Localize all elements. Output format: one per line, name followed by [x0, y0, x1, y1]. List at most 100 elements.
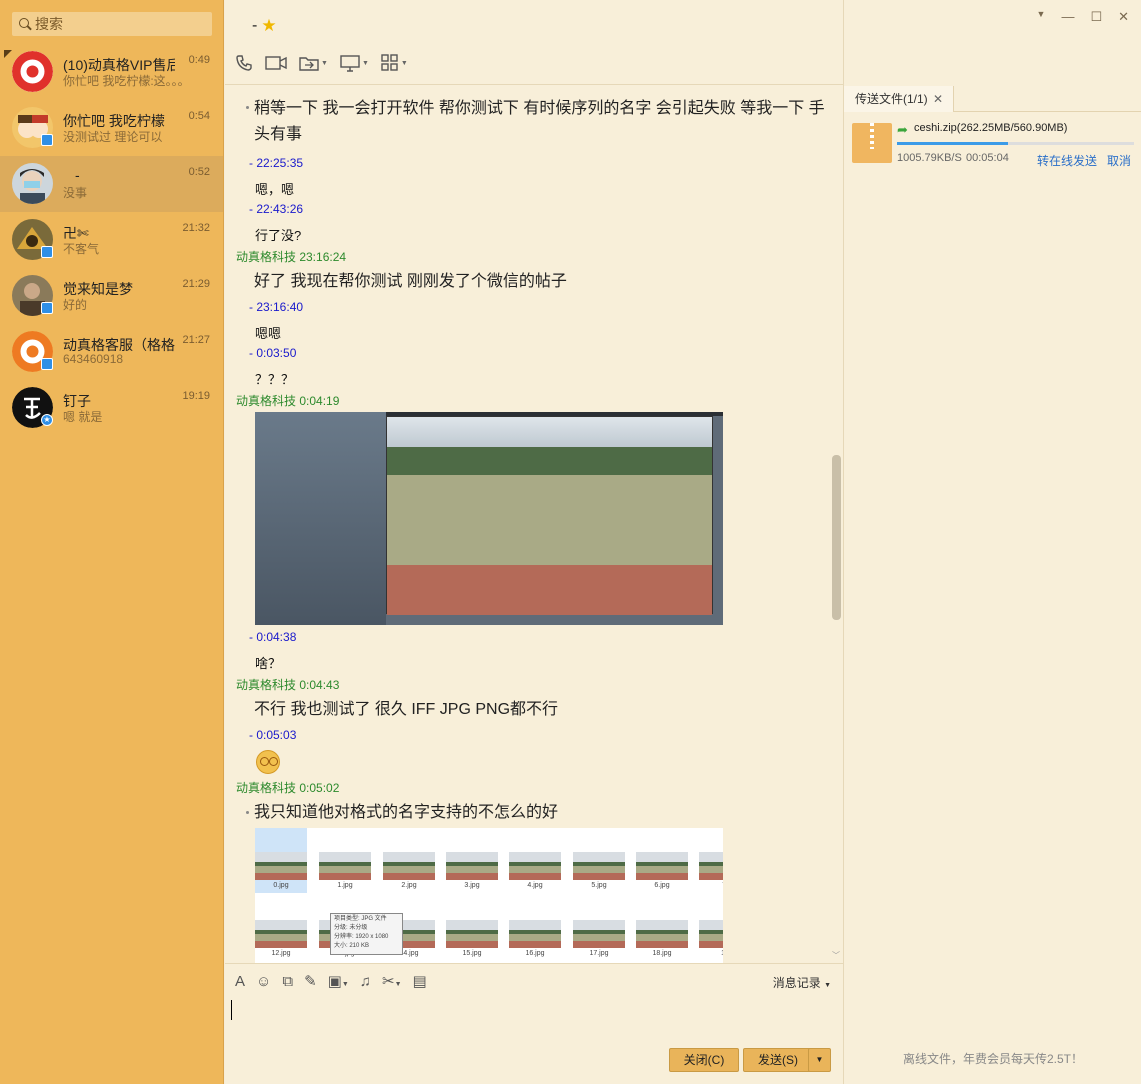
window-controls: ▼ — ☐ ✕	[1037, 9, 1129, 25]
thumbnail: 19	[699, 920, 723, 957]
dropdown-icon[interactable]: ▼	[1037, 9, 1046, 25]
message-text: 不行 我也测试了 很久 IFF JPG PNG都不行	[254, 701, 559, 718]
close-icon[interactable]: ✕	[1118, 9, 1129, 25]
star-badge-icon: ★	[41, 414, 53, 426]
message-timestamp: - 23:16:40	[249, 300, 304, 314]
history-button[interactable]: 消息记录 ▼	[773, 974, 831, 991]
font-icon[interactable]: A	[235, 973, 245, 990]
message-timestamp: 动真格科技 0:04:19	[236, 394, 340, 408]
tab-transfer[interactable]: 传送文件(1/1) ✕	[844, 86, 954, 112]
message-timestamp: 动真格科技 0:05:02	[236, 781, 340, 795]
chat-title-text: -	[252, 17, 258, 34]
gif-icon[interactable]: ⧉	[282, 973, 293, 990]
input-toolbar: A ☺ ⧉ ✎ ▣▼ ♫ ✂▼ ▤ 消息记录 ▼	[225, 963, 843, 998]
transfer-progress	[897, 142, 1134, 145]
minimize-icon[interactable]: —	[1061, 9, 1074, 25]
message-text: 行了没?	[255, 228, 302, 243]
red-packet-icon[interactable]: ▤	[413, 972, 427, 990]
image-message[interactable]	[255, 412, 723, 625]
conversation-preview: 没测试过 理论可以	[63, 130, 163, 144]
chat-panel: - ★ ▼ ▼ ▼ 稍等一下 我一会打开软件 帮你测试下 有时候序列的名字 会引…	[225, 0, 843, 1084]
conversation-item[interactable]: 你忙吧 我吃柠檬 0:54 没测试过 理论可以	[0, 100, 223, 156]
message-text: 好了 我现在帮你测试 刚刚发了个微信的帖子	[254, 273, 567, 290]
message-bullet	[246, 811, 249, 814]
thumbnail: 0.jpg	[255, 828, 307, 893]
message-list[interactable]: 稍等一下 我一会打开软件 帮你测试下 有时候序列的名字 会引起失败 等我一下 手…	[225, 85, 829, 963]
thumbnail: 5.jpg	[573, 852, 625, 889]
close-button[interactable]: 关闭(C)	[669, 1048, 739, 1072]
cancel-link[interactable]: 取消	[1107, 152, 1131, 169]
conversation-time: 19:19	[182, 390, 210, 402]
conversation-time: 0:54	[188, 110, 210, 122]
conversation-time: 21:32	[182, 222, 210, 234]
conversation-item[interactable]: 卍✄ 21:32 不客气	[0, 212, 223, 268]
video-call-icon[interactable]	[265, 52, 287, 74]
conversation-preview: 你忙吧 我吃柠檬:这。。。	[63, 74, 190, 88]
conversation-name: -	[75, 167, 80, 183]
zip-file-icon	[852, 123, 892, 163]
star-icon[interactable]: ★	[261, 16, 276, 36]
avatar	[12, 51, 53, 92]
message-timestamp: 动真格科技 0:04:43	[236, 678, 340, 692]
thumbnail: 16.jpg	[509, 920, 561, 957]
conversation-preview: 没事	[63, 186, 88, 200]
image-icon[interactable]: ▣▼	[328, 972, 349, 990]
message-timestamp: - 0:03:50	[249, 346, 297, 360]
emoji-icon[interactable]: ☺	[256, 973, 271, 990]
status-badge	[41, 134, 53, 146]
send-options-icon[interactable]: ▼	[808, 1048, 831, 1072]
transfer-file-icon[interactable]: ▼	[299, 52, 328, 74]
message-text: 稍等一下 我一会打开软件 帮你测试下 有时候序列的名字 会引起失败 等我一下 手…	[254, 100, 825, 143]
scroll-down-icon[interactable]: ﹀	[832, 950, 840, 961]
thumbnail: 3.jpg	[446, 852, 498, 889]
thumbnail-screenshot[interactable]: 0.jpg 1.jpg 2.jpg 3.jpg 4.jpg 5.jpg 6.jp…	[255, 828, 723, 963]
conversation-time: 21:29	[182, 278, 210, 290]
transfer-remaining: 00:05:04	[966, 152, 1009, 164]
conversation-preview: 643460918	[63, 352, 124, 366]
message-text: ？？？	[255, 372, 295, 387]
conversation-item[interactable]: 动真格客服（格格 21:27 643460918	[0, 324, 223, 380]
message-input[interactable]	[231, 1000, 831, 1040]
remote-desktop-icon[interactable]: ▼	[340, 52, 369, 74]
music-icon[interactable]: ♫	[360, 973, 371, 990]
message-timestamp: 动真格科技 23:16:24	[236, 250, 347, 264]
thumbnail: 17.jpg	[573, 920, 625, 957]
text-caret	[231, 1000, 232, 1020]
thumbnail: 6.jpg	[636, 852, 688, 889]
dizzy-emoji-icon	[256, 750, 280, 774]
chat-title: - ★	[252, 16, 277, 36]
search-input[interactable]: 搜索	[12, 12, 212, 36]
status-badge	[41, 246, 53, 258]
conversation-item[interactable]: ★ 钉子 19:19 嗯 就是	[0, 380, 223, 436]
status-badge	[41, 358, 53, 370]
tab-close-icon[interactable]: ✕	[933, 86, 943, 112]
conversation-item[interactable]: 觉来知是梦 21:29 好的	[0, 268, 223, 324]
search-placeholder: 搜索	[35, 16, 63, 32]
pen-icon[interactable]: ✎	[304, 972, 317, 990]
message-scrollbar[interactable]	[832, 455, 841, 620]
message-timestamp: - 0:04:38	[249, 630, 297, 644]
upload-arrow-icon: ➦	[897, 122, 908, 137]
file-tooltip: 项目类型: JPG 文件 分级: 未分级 分辨率: 1920 x 1080 大小…	[330, 913, 403, 955]
conversation-item[interactable]: (10)动真格VIP售后 0:49 你忙吧 我吃柠檬:这。。。	[0, 44, 223, 100]
phone-icon[interactable]	[235, 52, 253, 74]
thumbnail: 2.jpg	[383, 852, 435, 889]
file-name: ceshi.zip(262.25MB/560.90MB)	[914, 122, 1068, 134]
maximize-icon[interactable]: ☐	[1090, 9, 1102, 25]
conversation-time: 0:49	[188, 54, 210, 66]
apps-grid-icon[interactable]: ▼	[381, 52, 408, 74]
send-button[interactable]: 发送(S)	[743, 1048, 813, 1072]
conversation-preview: 好的	[63, 298, 88, 312]
conversation-item-active[interactable]: - 0:52 没事	[0, 156, 223, 212]
transfer-file-item: ➦ ceshi.zip(262.25MB/560.90MB) 1005.79KB…	[844, 114, 1141, 174]
conversation-list: (10)动真格VIP售后 0:49 你忙吧 我吃柠檬:这。。。 你忙吧 我吃柠檬…	[0, 44, 223, 436]
scissors-icon[interactable]: ✂▼	[382, 972, 402, 990]
status-badge	[41, 302, 53, 314]
search-icon	[18, 17, 32, 31]
message-text: 嗯，嗯	[255, 182, 295, 197]
offline-send-link[interactable]: 转在线发送	[1037, 152, 1097, 169]
thumbnail: 7.	[699, 852, 723, 889]
avatar	[12, 163, 53, 204]
thumbnail: 12.jpg	[255, 920, 307, 957]
message-text: 啥？	[255, 656, 282, 671]
